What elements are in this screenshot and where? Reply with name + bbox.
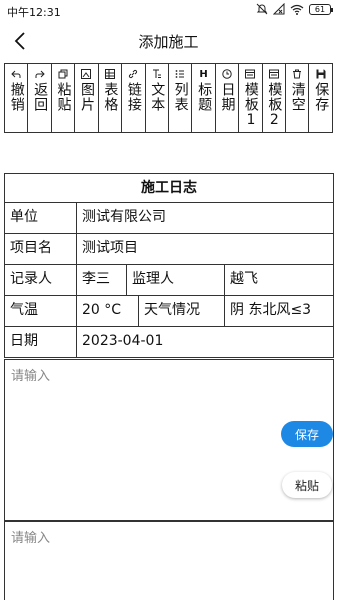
table-row: 单位 测试有限公司 <box>4 203 334 234</box>
battery-icon: 61 <box>309 3 333 15</box>
editor-toolbar: 撤销 返回 粘贴 图片 表格 链接 文本 列表 H 标题 日期 模板1 模板2 … <box>4 63 333 133</box>
log-form: 施工日志 单位 测试有限公司 项目名 测试项目 记录人 李三 监理人 越飞 气温… <box>4 173 334 358</box>
table-row: 项目名 测试项目 <box>4 234 334 265</box>
link-icon <box>128 67 138 81</box>
heading-button[interactable]: H 标题 <box>192 64 216 132</box>
paste-tool-button[interactable]: 粘贴 <box>52 64 76 132</box>
supervisor-label: 监理人 <box>127 265 225 295</box>
second-editor[interactable]: 请输入 <box>4 521 334 600</box>
save-button[interactable]: 保存 <box>281 421 333 447</box>
clear-button[interactable]: 清空 <box>286 64 310 132</box>
template-icon <box>268 67 279 81</box>
link-button[interactable]: 链接 <box>122 64 146 132</box>
list-icon <box>175 67 185 81</box>
table-button[interactable]: 表格 <box>99 64 123 132</box>
template1-button[interactable]: 模板1 <box>239 64 263 132</box>
status-icons: 61 <box>256 3 333 15</box>
trash-icon <box>292 67 302 81</box>
list-button[interactable]: 列表 <box>169 64 193 132</box>
status-time: 中午12:31 <box>7 6 61 19</box>
paste-icon <box>58 67 68 81</box>
supervisor-value[interactable]: 越飞 <box>225 265 333 295</box>
project-label: 项目名 <box>5 234 77 264</box>
date-button[interactable]: 日期 <box>216 64 240 132</box>
weather-value[interactable]: 阴 东北风≤3 <box>225 296 333 326</box>
table-row: 日期 2023-04-01 <box>4 327 334 358</box>
recorder-value[interactable]: 李三 <box>77 265 127 295</box>
save-icon <box>316 67 326 81</box>
unit-value[interactable]: 测试有限公司 <box>77 203 333 233</box>
text-button[interactable]: 文本 <box>146 64 169 132</box>
form-title: 施工日志 <box>4 173 334 203</box>
clock-icon <box>222 67 232 81</box>
temperature-label: 气温 <box>5 296 77 326</box>
image-icon <box>81 67 92 81</box>
app-header: 添加施工 <box>0 22 337 60</box>
date-value[interactable]: 2023-04-01 <box>77 327 333 357</box>
signal-x-icon <box>273 3 285 15</box>
status-bar: 中午12:31 61 <box>0 0 337 22</box>
save-tool-button[interactable]: 保存 <box>309 64 331 132</box>
unit-label: 单位 <box>5 203 77 233</box>
heading-icon: H <box>199 68 208 80</box>
weather-label: 天气情况 <box>139 296 225 326</box>
image-button[interactable]: 图片 <box>75 64 99 132</box>
template-icon <box>245 67 256 81</box>
undo-icon <box>11 67 21 81</box>
project-value[interactable]: 测试项目 <box>77 234 333 264</box>
table-row: 气温 20 °C 天气情况 阴 东北风≤3 <box>4 296 334 327</box>
wifi-icon <box>290 4 304 15</box>
redo-icon <box>35 67 45 81</box>
table-row: 记录人 李三 监理人 越飞 <box>4 265 334 296</box>
undo-button[interactable]: 撤销 <box>5 64 29 132</box>
page-title: 添加施工 <box>138 33 199 51</box>
mute-icon <box>256 3 268 15</box>
temperature-value[interactable]: 20 °C <box>77 296 139 326</box>
template2-button[interactable]: 模板2 <box>263 64 287 132</box>
recorder-label: 记录人 <box>5 265 77 295</box>
text-icon <box>152 67 162 81</box>
table-icon <box>104 67 115 81</box>
date-label: 日期 <box>5 327 77 357</box>
paste-button[interactable]: 粘贴 <box>282 472 332 498</box>
redo-button[interactable]: 返回 <box>28 64 52 132</box>
